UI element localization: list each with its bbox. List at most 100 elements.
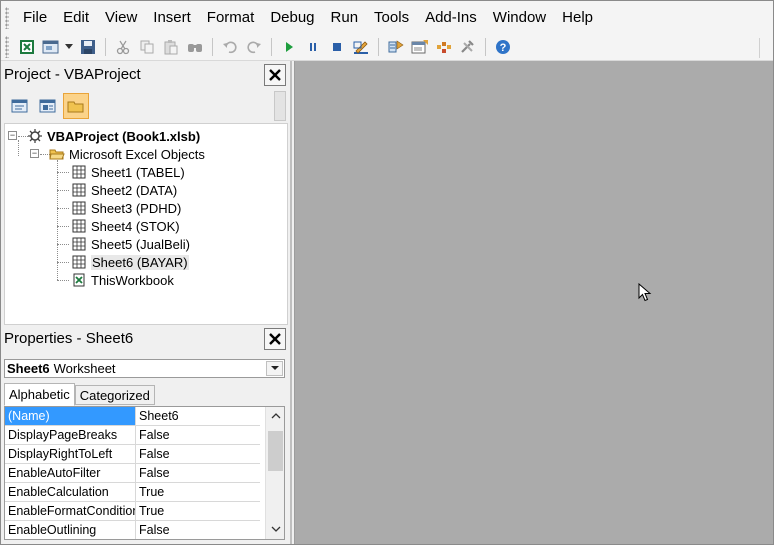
- property-row[interactable]: EnableAutoFilter False: [5, 464, 260, 483]
- worksheet-icon: [71, 236, 87, 252]
- tree-item-sheet1[interactable]: Sheet1 (TABEL): [71, 163, 185, 181]
- collapse-icon[interactable]: −: [8, 131, 17, 140]
- menu-tools[interactable]: Tools: [366, 1, 417, 34]
- tree-item-label: Sheet1 (TABEL): [91, 164, 185, 180]
- property-value[interactable]: True: [136, 502, 260, 520]
- menu-file-label: File: [23, 9, 48, 26]
- view-object-icon[interactable]: [35, 93, 61, 119]
- tree-item-excel-objects[interactable]: Microsoft Excel Objects: [49, 145, 205, 163]
- tree-line: [57, 280, 69, 281]
- object-name: Sheet6: [7, 361, 50, 376]
- collapse-icon[interactable]: −: [30, 149, 39, 158]
- menu-edit[interactable]: Edit: [55, 1, 97, 34]
- tree-item-label: ThisWorkbook: [91, 272, 174, 288]
- chevron-down-icon[interactable]: [270, 523, 281, 534]
- close-icon[interactable]: [264, 328, 286, 350]
- property-name: EnableCalculation: [5, 483, 136, 501]
- property-value[interactable]: True: [136, 483, 260, 501]
- run-icon[interactable]: [277, 36, 300, 58]
- dropdown-arrow-icon[interactable]: [63, 36, 75, 58]
- tab-alphabetic[interactable]: Alphabetic: [4, 383, 75, 406]
- menu-window[interactable]: Window: [485, 1, 554, 34]
- toolbar-separator: [378, 38, 379, 56]
- property-row[interactable]: EnableCalculation True: [5, 483, 260, 502]
- toolbar-overflow[interactable]: [759, 38, 771, 58]
- break-icon[interactable]: [301, 36, 324, 58]
- worksheet-icon: [71, 164, 87, 180]
- tree-item-label: Sheet2 (DATA): [91, 182, 178, 198]
- menu-run-label: Run: [330, 9, 359, 26]
- menu-debug[interactable]: Debug: [262, 1, 322, 34]
- copy-icon[interactable]: [135, 36, 158, 58]
- reset-icon[interactable]: [325, 36, 348, 58]
- find-icon[interactable]: [183, 36, 206, 58]
- tab-categorized[interactable]: Categorized: [74, 385, 155, 405]
- properties-panel-title-text: Properties - Sheet6: [4, 330, 134, 347]
- property-row[interactable]: DisplayRightToLeft False: [5, 445, 260, 464]
- close-icon[interactable]: [264, 64, 286, 86]
- property-row[interactable]: EnableFormatConditionsCalculation True: [5, 502, 260, 521]
- design-mode-icon[interactable]: [349, 36, 372, 58]
- property-name: EnableFormatConditionsCalculation: [5, 502, 136, 520]
- toolbar-grip[interactable]: [5, 36, 9, 58]
- view-excel-icon[interactable]: [15, 36, 38, 58]
- object-selector[interactable]: Sheet6 Worksheet: [4, 359, 285, 378]
- paste-icon[interactable]: [159, 36, 182, 58]
- toolbox-icon[interactable]: [456, 36, 479, 58]
- menu-bar: File Edit View Insert Format Debug Run T…: [1, 1, 773, 34]
- vbaproject-icon: [27, 128, 43, 144]
- menu-format[interactable]: Format: [199, 1, 263, 34]
- worksheet-icon: [71, 218, 87, 234]
- properties-scrollbar[interactable]: [265, 407, 284, 539]
- project-explorer-icon[interactable]: [384, 36, 407, 58]
- chevron-up-icon[interactable]: [270, 410, 281, 421]
- property-value[interactable]: Sheet6: [136, 407, 260, 425]
- property-name: DisplayPageBreaks: [5, 426, 136, 444]
- tree-line: [57, 208, 69, 209]
- properties-window-icon[interactable]: [408, 36, 431, 58]
- properties-grid: (Name) Sheet6 DisplayPageBreaks False Di…: [4, 406, 285, 540]
- chevron-down-icon[interactable]: [266, 361, 283, 376]
- property-value[interactable]: False: [136, 464, 260, 482]
- mouse-cursor-icon: [638, 282, 652, 306]
- menu-addins[interactable]: Add-Ins: [417, 1, 485, 34]
- property-row[interactable]: (Name) Sheet6: [5, 407, 260, 426]
- property-name: DisplayRightToLeft: [5, 445, 136, 463]
- tree-item-vbaproject[interactable]: VBAProject (Book1.xlsb): [27, 127, 200, 145]
- tree-item-label: Sheet6 (BAYAR): [91, 254, 189, 270]
- help-icon[interactable]: ?: [491, 36, 514, 58]
- redo-icon[interactable]: [242, 36, 265, 58]
- tree-item-thisworkbook[interactable]: ThisWorkbook: [71, 271, 174, 289]
- insert-userform-icon[interactable]: [39, 36, 62, 58]
- cut-icon[interactable]: [111, 36, 134, 58]
- tree-item-sheet4[interactable]: Sheet4 (STOK): [71, 217, 180, 235]
- tree-item-sheet6[interactable]: Sheet6 (BAYAR): [71, 253, 189, 271]
- property-value[interactable]: False: [136, 521, 260, 539]
- toggle-folders-icon[interactable]: [63, 93, 89, 119]
- scrollbar-thumb[interactable]: [268, 431, 283, 471]
- save-icon[interactable]: [76, 36, 99, 58]
- worksheet-icon: [71, 254, 87, 270]
- undo-icon[interactable]: [218, 36, 241, 58]
- menu-insert[interactable]: Insert: [145, 1, 199, 34]
- tree-item-sheet5[interactable]: Sheet5 (JualBeli): [71, 235, 190, 253]
- menu-window-label: Window: [492, 9, 547, 26]
- tree-item-sheet3[interactable]: Sheet3 (PDHD): [71, 199, 181, 217]
- property-row[interactable]: EnableOutlining False: [5, 521, 260, 539]
- project-toolbar-scroll[interactable]: [274, 91, 286, 121]
- property-row[interactable]: DisplayPageBreaks False: [5, 426, 260, 445]
- code-workspace[interactable]: [294, 61, 773, 544]
- menu-run[interactable]: Run: [323, 1, 367, 34]
- property-value[interactable]: False: [136, 426, 260, 444]
- menu-tools-label: Tools: [374, 9, 410, 26]
- menu-view[interactable]: View: [97, 1, 145, 34]
- property-value[interactable]: False: [136, 445, 260, 463]
- object-browser-icon[interactable]: [432, 36, 455, 58]
- tree-line: [57, 190, 69, 191]
- menu-help[interactable]: Help: [554, 1, 601, 34]
- tree-item-sheet2[interactable]: Sheet2 (DATA): [71, 181, 177, 199]
- svg-text:?: ?: [499, 42, 506, 54]
- menubar-grip[interactable]: [5, 6, 9, 29]
- view-code-icon[interactable]: [7, 93, 33, 119]
- menu-file[interactable]: File: [15, 1, 55, 34]
